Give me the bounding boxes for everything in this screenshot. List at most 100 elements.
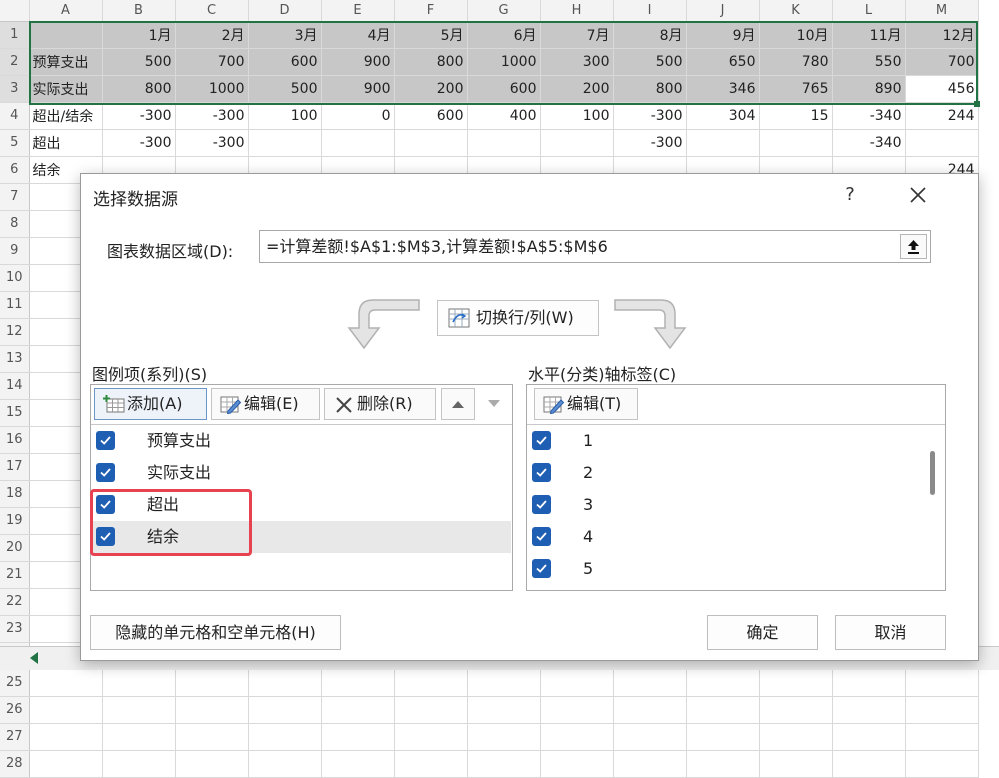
column-header[interactable]: D	[248, 0, 322, 22]
row-header[interactable]: 19	[0, 507, 30, 535]
row-header[interactable]: 18	[0, 480, 30, 508]
cell[interactable]: 346	[686, 75, 760, 103]
series-item[interactable]: 实际支出	[92, 457, 511, 489]
cell[interactable]	[321, 669, 395, 697]
column-header[interactable]: I	[613, 0, 687, 22]
cell[interactable]	[321, 696, 395, 724]
column-header[interactable]: F	[394, 0, 468, 22]
cell[interactable]: 890	[832, 75, 906, 103]
cell[interactable]	[102, 669, 176, 697]
cell[interactable]: 100	[540, 102, 614, 130]
cell[interactable]	[540, 696, 614, 724]
cell[interactable]	[321, 723, 395, 751]
cell[interactable]: 800	[102, 75, 176, 103]
axis-label-item[interactable]: 5	[528, 553, 918, 585]
help-button[interactable]: ?	[835, 180, 865, 210]
row-header[interactable]: 5	[0, 129, 30, 157]
cell[interactable]: 10月	[759, 21, 833, 49]
cell[interactable]	[905, 129, 979, 157]
series-item[interactable]: 预算支出	[92, 425, 511, 457]
cell[interactable]: 900	[321, 75, 395, 103]
axis-label-item[interactable]: 2	[528, 457, 918, 489]
cell[interactable]	[540, 750, 614, 778]
axis-list-scrollbar[interactable]	[930, 451, 935, 495]
series-checkbox[interactable]	[96, 431, 115, 450]
cell[interactable]	[175, 723, 249, 751]
cell[interactable]: 0	[321, 102, 395, 130]
cell[interactable]: 预算支出	[29, 48, 103, 76]
cell[interactable]	[905, 750, 979, 778]
series-item[interactable]: 结余	[92, 521, 511, 553]
row-header[interactable]: 2	[0, 48, 30, 76]
row-header[interactable]: 28	[0, 750, 30, 778]
cell[interactable]: 11月	[832, 21, 906, 49]
row-header[interactable]: 21	[0, 561, 30, 589]
cell[interactable]: 456	[905, 75, 979, 103]
cell[interactable]: 900	[321, 48, 395, 76]
cell[interactable]: 7月	[540, 21, 614, 49]
column-header[interactable]: K	[759, 0, 833, 22]
column-header[interactable]: L	[832, 0, 906, 22]
cell[interactable]: -340	[832, 102, 906, 130]
cell[interactable]	[29, 669, 103, 697]
cell[interactable]	[29, 750, 103, 778]
row-header[interactable]: 16	[0, 426, 30, 454]
switch-row-column-button[interactable]: 切换行/列(W)	[437, 300, 599, 336]
cell[interactable]	[394, 723, 468, 751]
cell[interactable]: 15	[759, 102, 833, 130]
cell[interactable]	[467, 750, 541, 778]
hidden-empty-cells-button[interactable]: 隐藏的单元格和空单元格(H)	[90, 615, 341, 650]
cell[interactable]: 超出/结余	[29, 102, 103, 130]
cell[interactable]: 12月	[905, 21, 979, 49]
ok-button[interactable]: 确定	[707, 615, 818, 650]
cell[interactable]: 5月	[394, 21, 468, 49]
cell[interactable]: 765	[759, 75, 833, 103]
cell[interactable]: 1000	[467, 48, 541, 76]
cell[interactable]	[759, 669, 833, 697]
cell[interactable]: 超出	[29, 129, 103, 157]
column-header[interactable]: H	[540, 0, 614, 22]
axis-label-checkbox[interactable]	[532, 559, 551, 578]
cell[interactable]	[686, 669, 760, 697]
cell[interactable]: 600	[467, 75, 541, 103]
cell[interactable]: 500	[248, 75, 322, 103]
cell[interactable]: 1月	[102, 21, 176, 49]
cell[interactable]: -300	[175, 129, 249, 157]
axis-label-checkbox[interactable]	[532, 463, 551, 482]
cell[interactable]	[613, 750, 687, 778]
cell[interactable]	[102, 696, 176, 724]
cell[interactable]	[248, 129, 322, 157]
cell[interactable]	[686, 696, 760, 724]
scroll-left-icon[interactable]	[30, 652, 38, 664]
cell[interactable]: 600	[248, 48, 322, 76]
row-header[interactable]: 17	[0, 453, 30, 481]
cell[interactable]	[467, 723, 541, 751]
cell[interactable]	[905, 669, 979, 697]
row-header[interactable]: 10	[0, 264, 30, 292]
row-header[interactable]: 1	[0, 21, 30, 49]
cell[interactable]	[394, 669, 468, 697]
cell[interactable]: -300	[102, 129, 176, 157]
cell[interactable]: 550	[832, 48, 906, 76]
cell[interactable]: 800	[613, 75, 687, 103]
row-header[interactable]: 12	[0, 318, 30, 346]
cell[interactable]: 2月	[175, 21, 249, 49]
series-checkbox[interactable]	[96, 463, 115, 482]
cell[interactable]: -300	[613, 129, 687, 157]
delete-series-button[interactable]: 删除(R)	[324, 388, 436, 420]
cell[interactable]: -340	[832, 129, 906, 157]
cell[interactable]	[467, 696, 541, 724]
cell[interactable]	[613, 723, 687, 751]
cell[interactable]: 实际支出	[29, 75, 103, 103]
cell[interactable]	[175, 750, 249, 778]
cell[interactable]	[175, 669, 249, 697]
cell[interactable]: 304	[686, 102, 760, 130]
move-up-button[interactable]	[441, 388, 475, 420]
cell[interactable]	[248, 696, 322, 724]
row-header[interactable]: 22	[0, 588, 30, 616]
cell[interactable]	[540, 669, 614, 697]
column-header[interactable]: E	[321, 0, 395, 22]
row-header[interactable]: 11	[0, 291, 30, 319]
cell[interactable]	[175, 696, 249, 724]
cell[interactable]	[102, 750, 176, 778]
